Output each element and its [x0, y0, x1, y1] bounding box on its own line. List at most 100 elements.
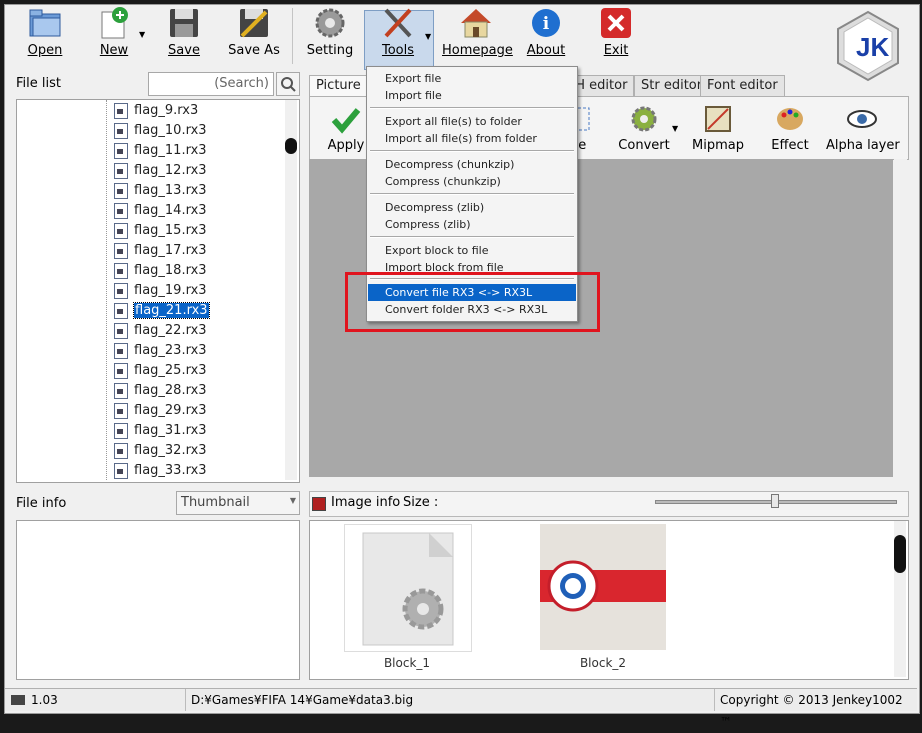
file-name: flag_15.rx3 — [134, 223, 207, 238]
rx3-file-icon — [114, 242, 128, 259]
scrollbar-thumb[interactable] — [285, 138, 297, 154]
rx3-file-icon — [114, 402, 128, 419]
palette-icon — [774, 104, 806, 134]
image-info-icon — [312, 497, 326, 511]
menu-export-all[interactable]: Export all file(s) to folder — [368, 113, 576, 130]
setting-button[interactable]: Setting — [306, 6, 354, 66]
checkmark-icon — [330, 104, 362, 134]
list-item[interactable]: flag_18.rx3 — [114, 261, 207, 281]
file-list-scrollbar[interactable] — [285, 100, 297, 480]
open-button[interactable]: Open — [22, 6, 68, 66]
canvas-vscrollbar[interactable] — [894, 159, 907, 477]
new-button[interactable]: New — [94, 6, 134, 66]
search-button[interactable] — [276, 72, 300, 96]
convert-dropdown-arrow-icon[interactable]: ▼ — [672, 124, 678, 133]
list-item[interactable]: flag_23.rx3 — [114, 341, 207, 361]
file-name: flag_28.rx3 — [134, 383, 207, 398]
tab-str-editor[interactable]: Str editor — [634, 75, 710, 96]
mipmap-icon — [702, 104, 734, 134]
file-info-label: File info — [16, 496, 67, 511]
list-item[interactable]: flag_32.rx3 — [114, 441, 207, 461]
image-info-label: Image info — [331, 495, 401, 510]
file-name: flag_21.rx3 — [133, 302, 210, 319]
menu-decompress-chunkzip[interactable]: Decompress (chunkzip) — [368, 156, 576, 173]
rx3-file-icon — [114, 462, 128, 479]
list-item[interactable]: flag_29.rx3 — [114, 401, 207, 421]
apply-button[interactable]: Apply — [326, 104, 366, 154]
list-item[interactable]: flag_19.rx3 — [114, 281, 207, 301]
tab-picture[interactable]: Picture — [309, 75, 368, 96]
convert-button[interactable]: Convert — [618, 104, 670, 154]
list-item[interactable]: flag_28.rx3 — [114, 381, 207, 401]
list-item[interactable]: flag_9.rx3 — [114, 101, 198, 121]
block-list-scrollbar[interactable] — [894, 521, 906, 677]
menu-import-all[interactable]: Import all file(s) from folder — [368, 130, 576, 147]
block-2-thumbnail[interactable] — [540, 524, 666, 650]
file-name: flag_11.rx3 — [134, 143, 207, 158]
block-1-label: Block_1 — [383, 656, 431, 670]
canvas-hscrollbar[interactable] — [309, 478, 907, 488]
rx3-file-icon — [114, 302, 128, 319]
block-scrollbar-thumb[interactable] — [894, 535, 906, 573]
version-text: 1.03 — [31, 693, 58, 707]
list-item[interactable]: flag_11.rx3 — [114, 141, 207, 161]
tools-button[interactable]: Tools — [372, 6, 424, 66]
save-as-button[interactable]: Save As — [226, 6, 282, 66]
list-item[interactable]: flag_33.rx3 — [114, 461, 207, 481]
save-button[interactable]: Save — [164, 6, 204, 66]
list-item[interactable]: flag_13.rx3 — [114, 181, 207, 201]
rx3-file-icon — [114, 362, 128, 379]
list-item[interactable]: flag_25.rx3 — [114, 361, 207, 381]
rx3-file-icon — [114, 262, 128, 279]
list-item[interactable]: flag_14.rx3 — [114, 201, 207, 221]
file-name: flag_10.rx3 — [134, 123, 207, 138]
tab-font-editor[interactable]: Font editor — [700, 75, 785, 96]
effect-button[interactable]: Effect — [770, 104, 810, 154]
homepage-button[interactable]: Homepage — [442, 6, 513, 66]
list-item[interactable]: flag_12.rx3 — [114, 161, 207, 181]
flag-thumbnail-image — [540, 524, 666, 650]
view-mode-select[interactable]: Thumbnail ▼ — [176, 491, 300, 515]
toolbar-divider — [292, 8, 293, 64]
menu-import-file[interactable]: Import file — [368, 87, 576, 104]
file-name: flag_32.rx3 — [134, 443, 207, 458]
file-name: flag_18.rx3 — [134, 263, 207, 278]
list-item[interactable]: flag_17.rx3 — [114, 241, 207, 261]
rx3-file-icon — [114, 162, 128, 179]
about-button[interactable]: i About — [524, 6, 568, 66]
menu-separator — [370, 236, 574, 238]
list-item[interactable]: flag_15.rx3 — [114, 221, 207, 241]
gear-icon — [312, 6, 348, 40]
search-input[interactable]: (Search) — [148, 72, 274, 96]
block-1-thumbnail[interactable] — [344, 524, 472, 652]
tools-dropdown-arrow-icon[interactable]: ▼ — [425, 32, 431, 41]
menu-compress-chunkzip[interactable]: Compress (chunkzip) — [368, 173, 576, 190]
status-divider — [714, 689, 715, 711]
homepage-label: Homepage — [442, 43, 513, 58]
search-icon — [281, 77, 296, 92]
file-name: flag_19.rx3 — [134, 283, 207, 298]
save-label: Save — [168, 43, 200, 58]
list-item[interactable]: flag_21.rx3 — [114, 301, 210, 321]
alpha-layer-label: Alpha layer — [826, 138, 900, 153]
mipmap-button[interactable]: Mipmap — [692, 104, 744, 154]
list-item[interactable]: flag_22.rx3 — [114, 321, 207, 341]
menu-compress-zlib[interactable]: Compress (zlib) — [368, 216, 576, 233]
menu-export-file[interactable]: Export file — [368, 70, 576, 87]
jk-logo: JK — [832, 10, 904, 82]
rx3-file-icon — [114, 382, 128, 399]
menu-decompress-zlib[interactable]: Decompress (zlib) — [368, 199, 576, 216]
list-item[interactable]: flag_31.rx3 — [114, 421, 207, 441]
zoom-slider-thumb[interactable] — [771, 494, 779, 508]
exit-button[interactable]: Exit — [596, 6, 636, 66]
new-dropdown-arrow-icon[interactable]: ▼ — [139, 30, 145, 39]
exit-label: Exit — [603, 43, 629, 58]
open-label: Open — [27, 43, 63, 58]
copyright-text: Copyright © 2013 Jenkey1002 ™ — [720, 693, 903, 729]
info-icon: i — [528, 6, 564, 40]
rx3-file-icon — [114, 442, 128, 459]
alpha-layer-button[interactable]: Alpha layer — [826, 104, 900, 154]
menu-export-block[interactable]: Export block to file — [368, 242, 576, 259]
rx3-file-icon — [114, 202, 128, 219]
list-item[interactable]: flag_10.rx3 — [114, 121, 207, 141]
